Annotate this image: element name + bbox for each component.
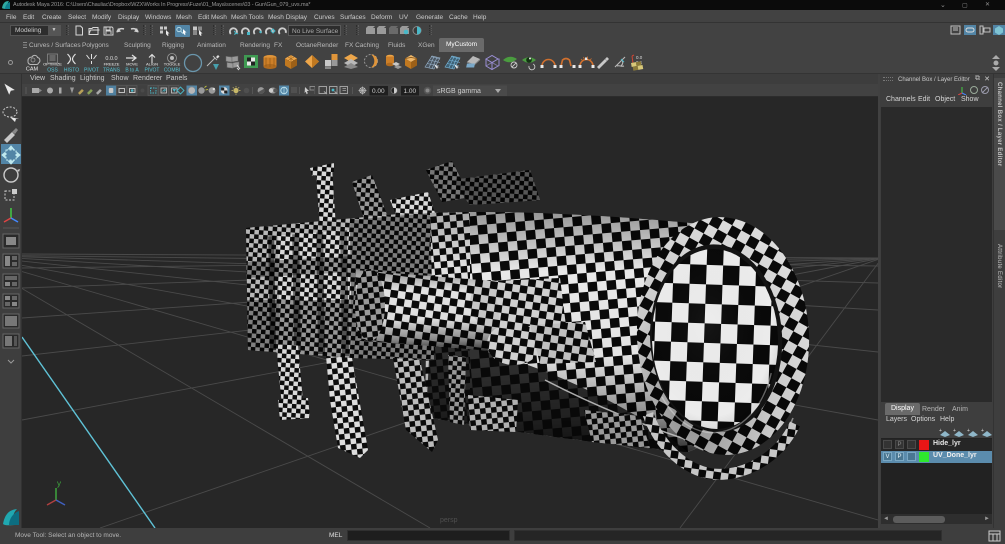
svg-text:COMBI: COMBI [164,68,180,74]
svg-text:ALIGN: ALIGN [146,62,158,67]
svg-text:1.00: 1.00 [404,88,417,95]
svg-text:FREEZE: FREEZE [104,62,120,67]
svg-text:PIVOT: PIVOT [84,68,99,74]
svg-text:CAM: CAM [26,67,39,73]
svg-text:TOGGLE: TOGGLE [164,62,181,67]
svg-text:y: y [57,479,61,488]
svg-text:+: + [953,428,956,434]
svg-text:+: + [981,428,984,434]
svg-text:TRANS: TRANS [103,68,121,74]
svg-text:sRGB gamma: sRGB gamma [437,88,481,95]
svg-text:HISTO: HISTO [64,68,79,74]
svg-text:MOVE: MOVE [126,62,138,67]
svg-text:0.00: 0.00 [372,88,385,95]
svg-text:+: + [967,428,970,434]
svg-text:OSS: OSS [47,68,58,74]
svg-text:B to A: B to A [125,68,139,74]
svg-text:OPTIMIZE: OPTIMIZE [43,62,62,67]
svg-text:PIVOT: PIVOT [144,68,159,74]
svg-text:+: + [939,428,942,434]
